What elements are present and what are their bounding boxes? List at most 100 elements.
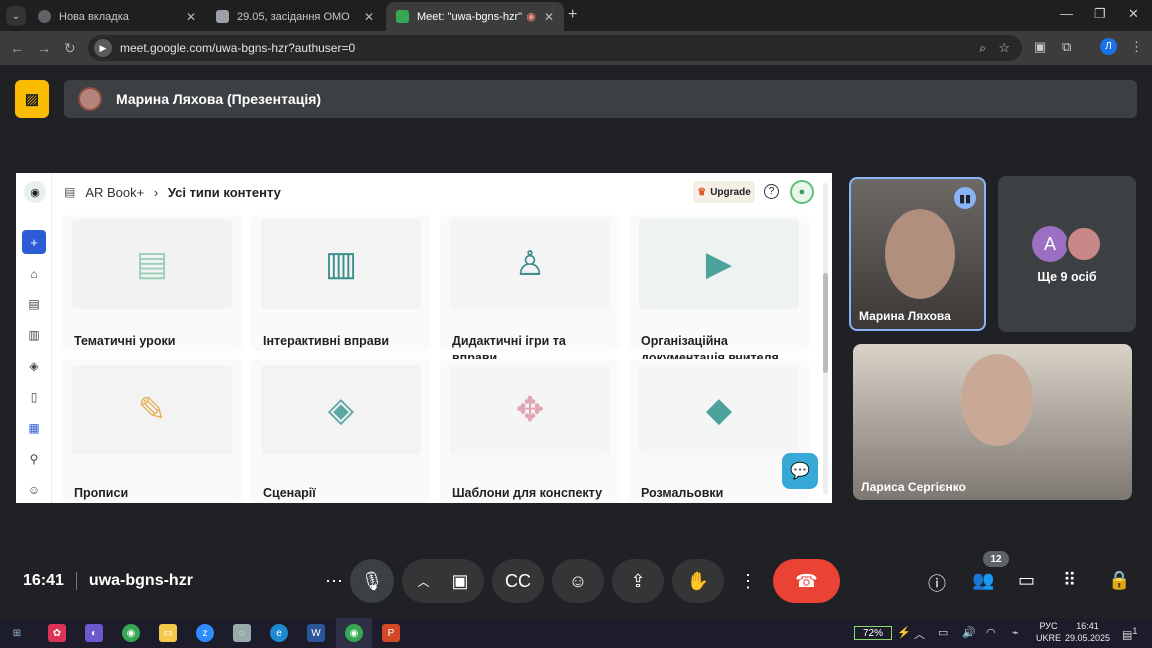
- host-controls-icon[interactable]: 🔒: [1108, 570, 1130, 591]
- edge-icon[interactable]: e: [270, 624, 288, 642]
- card-label: Розмальовки: [641, 486, 724, 500]
- language-indicator[interactable]: РУС UKRE: [1036, 620, 1061, 644]
- notification-icon[interactable]: ▤1: [1122, 626, 1138, 642]
- activities-icon[interactable]: ⠿: [1063, 570, 1076, 591]
- puzzle-extensions-icon[interactable]: ⧉: [1062, 39, 1071, 55]
- taskbar: ⊞ ✿ ◐ ◉ ▭ z ◌ e W ◉ P 72% ⚡ ︿ ▭ 🔊 ◠ ⌁ РУ…: [0, 618, 1152, 648]
- network-icon[interactable]: ⌁: [1012, 626, 1019, 639]
- minimize-icon[interactable]: —: [1060, 6, 1073, 21]
- bookmark-star-icon[interactable]: ☆: [998, 40, 1010, 56]
- emoji-icon[interactable]: ☺: [552, 559, 604, 603]
- upgrade-button[interactable]: ♛ Upgrade: [693, 181, 755, 203]
- library-icon[interactable]: ▥: [25, 326, 43, 344]
- divider: [75, 572, 77, 590]
- breadcrumb-root[interactable]: AR Book+: [85, 185, 144, 200]
- content-icon[interactable]: ▦: [25, 419, 43, 437]
- close-icon[interactable]: ✕: [186, 10, 196, 24]
- panel-icon[interactable]: ▤: [64, 185, 75, 199]
- extension-icon[interactable]: ▣: [1034, 39, 1046, 55]
- document-icon: ▤: [72, 219, 232, 309]
- breadcrumb-separator: ›: [153, 184, 159, 200]
- volume-icon[interactable]: 🔊: [962, 626, 976, 639]
- microphone-icon[interactable]: 🎙: [350, 559, 394, 603]
- content-card[interactable]: ▶ Організаційна документація вчителя: [629, 215, 809, 365]
- zoom-icon[interactable]: z: [196, 624, 214, 642]
- content-card[interactable]: ✎ Прописи: [62, 359, 242, 503]
- speaking-indicator-icon: ▮▮: [954, 187, 976, 209]
- battery-icon[interactable]: ▭: [938, 626, 948, 639]
- close-icon[interactable]: ✕: [544, 10, 554, 24]
- file-explorer-icon[interactable]: ▭: [159, 624, 177, 642]
- help-icon[interactable]: ?: [764, 184, 779, 199]
- wifi-icon[interactable]: ◠: [986, 626, 996, 639]
- participant-tile[interactable]: Лариса Сергієнко: [853, 344, 1132, 500]
- content-card[interactable]: ✥ Шаблони для конспекту: [440, 359, 620, 503]
- app-logo[interactable]: ◉: [24, 181, 46, 203]
- glasses-icon: ✎: [72, 365, 232, 455]
- more-options-icon[interactable]: ⋮: [732, 559, 764, 603]
- user-avatar[interactable]: ●: [790, 180, 814, 204]
- close-window-icon[interactable]: ✕: [1128, 6, 1139, 22]
- participants-more-tile[interactable]: А Ще 9 осіб: [998, 176, 1136, 332]
- home-icon[interactable]: ⌂: [25, 265, 43, 283]
- people-icon[interactable]: 👥: [972, 570, 994, 591]
- close-icon[interactable]: ✕: [364, 10, 374, 24]
- tab-search-button[interactable]: ⌄: [6, 6, 26, 26]
- graduation-icon[interactable]: ◈: [25, 357, 43, 375]
- powerpoint-icon[interactable]: P: [382, 624, 400, 642]
- windows-start-icon[interactable]: ⊞: [8, 624, 26, 642]
- browser-menu-icon[interactable]: ⋮: [1130, 39, 1143, 55]
- raise-hand-icon[interactable]: ✋: [672, 559, 724, 603]
- meeting-details-icon[interactable]: ⓘ: [928, 570, 946, 596]
- book-icon[interactable]: ▯: [25, 388, 43, 406]
- chrome-icon: [38, 10, 51, 23]
- chat-support-button[interactable]: 💬: [782, 453, 818, 489]
- site-info-icon[interactable]: ▶: [94, 39, 112, 57]
- calendar-icon[interactable]: ▤: [25, 295, 43, 313]
- chrome-icon[interactable]: ◉: [345, 624, 363, 642]
- scrollbar[interactable]: [823, 183, 828, 495]
- tab-omo[interactable]: 29.05, засідання ОМО ✕: [206, 2, 384, 31]
- forward-icon[interactable]: →: [37, 40, 51, 56]
- chat-icon[interactable]: ▭: [1018, 570, 1035, 591]
- copilot-icon[interactable]: ◐: [85, 624, 103, 642]
- content-card[interactable]: ♙ Дидактичні ігри та вправи: [440, 215, 620, 365]
- participant-tile[interactable]: ▮▮ Марина Ляхова: [849, 177, 986, 331]
- tab-new-tab[interactable]: Нова вкладка ✕: [28, 2, 206, 31]
- person-desk-icon: ♙: [450, 219, 610, 309]
- app-icon[interactable]: ✿: [48, 624, 66, 642]
- new-tab-button[interactable]: +: [568, 6, 577, 24]
- chrome-icon[interactable]: ◉: [122, 624, 140, 642]
- avatar: [78, 87, 102, 111]
- stop-presenting-icon[interactable]: ▨: [15, 80, 49, 118]
- tab-title: Meet: "uwa-bgns-hzr": [417, 10, 523, 23]
- participant-video: [961, 354, 1033, 446]
- app-icon[interactable]: ◌: [233, 624, 251, 642]
- profile-avatar[interactable]: Л: [1100, 38, 1117, 55]
- system-clock[interactable]: 16:41 29.05.2025: [1065, 620, 1110, 644]
- content-card[interactable]: ◈ Сценарії: [251, 359, 431, 503]
- users-icon[interactable]: ☺: [25, 481, 43, 499]
- tab-meet[interactable]: Meet: "uwa-bgns-hzr" ◉ ✕: [386, 2, 564, 31]
- chevron-up-icon[interactable]: ︿: [417, 573, 429, 590]
- omnibox[interactable]: ▶ meet.google.com/uwa-bgns-hzr?authuser=…: [88, 35, 1022, 61]
- word-icon[interactable]: W: [307, 624, 325, 642]
- present-screen-icon[interactable]: ⇪: [612, 559, 664, 603]
- recording-icon: ◉: [526, 11, 536, 23]
- scrollbar-thumb[interactable]: [823, 273, 828, 373]
- end-call-button[interactable]: ☎: [773, 559, 840, 603]
- power-icon[interactable]: ⚡: [897, 626, 911, 639]
- back-icon[interactable]: ←: [10, 40, 24, 56]
- reload-icon[interactable]: ↻: [64, 40, 76, 57]
- shapes-icon[interactable]: ⚲: [25, 450, 43, 468]
- camera-button[interactable]: ︿ ▣: [402, 559, 484, 603]
- chevron-up-icon[interactable]: ︿: [914, 626, 925, 642]
- add-icon[interactable]: +: [22, 230, 46, 254]
- content-card[interactable]: ▥ Інтерактивні вправи: [251, 215, 431, 351]
- battery-indicator[interactable]: 72%: [854, 626, 892, 640]
- captions-icon[interactable]: CC: [492, 559, 544, 603]
- zoom-icon[interactable]: ⌕: [979, 41, 986, 56]
- maximize-icon[interactable]: ❐: [1094, 6, 1106, 22]
- content-card[interactable]: ▤ Тематичні уроки: [62, 215, 242, 351]
- presentation-header: Марина Ляхова (Презентація): [64, 80, 1137, 118]
